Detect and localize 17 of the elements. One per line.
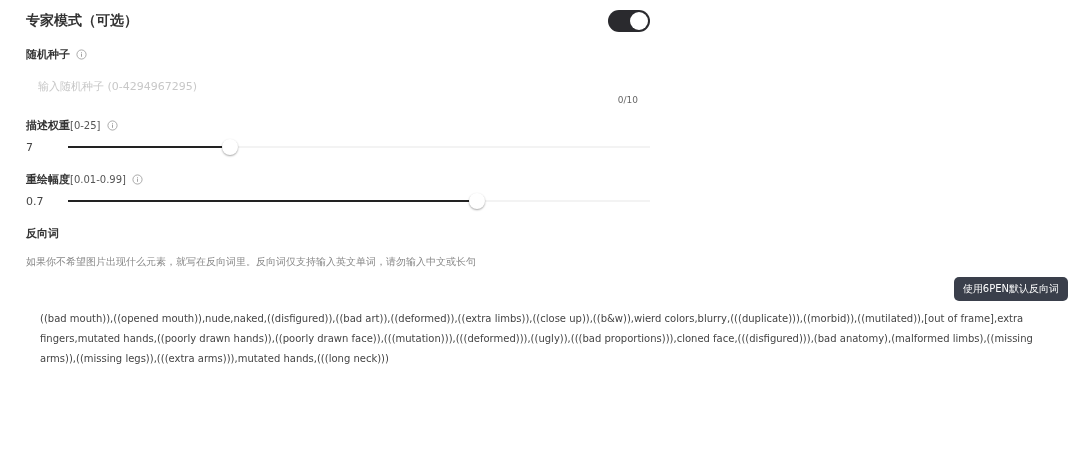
field-label: 描述权重[0-25] xyxy=(26,117,101,133)
negative-prompt-text[interactable]: ((bad mouth)),((opened mouth)),nude,naked,((disfigured)),((bad art)),((deformed)),((extra limbs)),((close up)),((b&w)),wierd colors,blurry,(((duplicate))),((morbid)),((mutilated)),[out of frame],extra fingers,mutated hands,((poorly drawn hands)),((poorly drawn face)),(((mutation))),(((deformed))),((ugly)),(((bad proportions))),cloned face,(((disfigured))),(bad anatomy),(malformed limbs),((missing arms)),((missing legs)),(((extra arms))),mutated hands,(((long neck))) xyxy=(40,309,1054,369)
info-icon[interactable] xyxy=(106,119,118,131)
character-counter: 0/10 xyxy=(617,95,638,105)
hint-text: 如果你不希望图片出现什么元素，就写在反向词里。反向词仅支持输入英文单词，请勿输入中文或长句 xyxy=(26,255,477,269)
slider-value: 7 xyxy=(26,140,34,154)
section-title: 专家模式（可选） xyxy=(26,12,138,30)
field-label: 重绘幅度[0.01-0.99] xyxy=(26,171,126,187)
field-label: 随机种子 xyxy=(26,46,70,62)
slider-thumb[interactable] xyxy=(469,193,486,209)
default-negative-button[interactable]: 使用6PEN默认反向词 xyxy=(953,277,1068,301)
slider-thumb[interactable] xyxy=(221,139,238,155)
slider-value: 0.7 xyxy=(26,194,45,208)
info-icon[interactable] xyxy=(76,48,87,60)
info-icon[interactable] xyxy=(131,173,143,185)
toggle-switch[interactable] xyxy=(608,10,650,32)
field-label: 反向词 xyxy=(26,225,59,241)
